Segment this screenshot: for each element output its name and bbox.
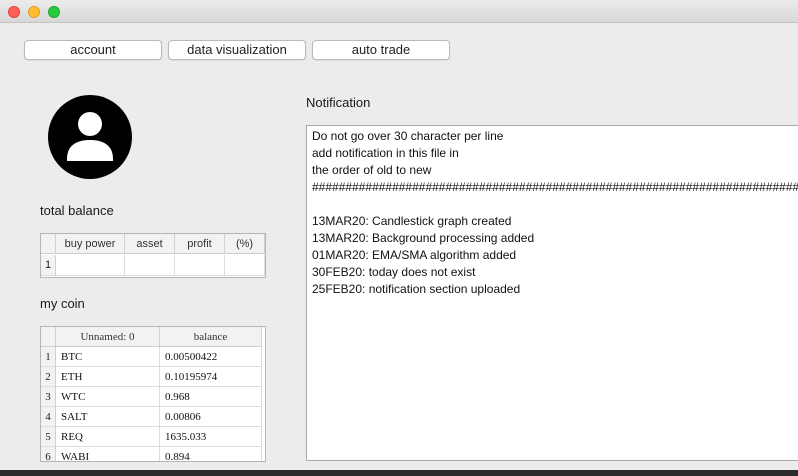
notification-line: 13MAR20: Candlestick graph created bbox=[312, 214, 512, 228]
coin-balance-cell[interactable]: 0.968 bbox=[160, 387, 262, 407]
coin-name-cell[interactable]: WABI bbox=[56, 447, 160, 461]
row-header: 5 bbox=[41, 427, 56, 447]
column-header[interactable]: (%) bbox=[225, 234, 265, 254]
my-coin-label: my coin bbox=[40, 296, 85, 311]
coin-balance-cell[interactable]: 0.894 bbox=[160, 447, 262, 461]
zoom-window-button[interactable] bbox=[48, 6, 60, 18]
table-corner bbox=[41, 234, 56, 254]
coin-balance-cell[interactable]: 0.00806 bbox=[160, 407, 262, 427]
window-titlebar bbox=[0, 0, 798, 23]
notification-text-area[interactable]: Do not go over 30 character per line add… bbox=[306, 125, 798, 461]
notification-line: the order of old to new bbox=[312, 163, 432, 177]
column-header[interactable]: profit bbox=[175, 234, 225, 254]
notification-separator: ########################################… bbox=[312, 180, 798, 194]
row-header: 1 bbox=[41, 347, 56, 367]
coin-name-cell[interactable]: ETH bbox=[56, 367, 160, 387]
notification-line: 30FEB20: today does not exist bbox=[312, 265, 476, 279]
coin-name-cell[interactable]: REQ bbox=[56, 427, 160, 447]
coin-name-cell[interactable]: WTC bbox=[56, 387, 160, 407]
asset-cell[interactable] bbox=[125, 255, 175, 276]
account-button[interactable]: account bbox=[24, 40, 162, 60]
coin-balance-cell[interactable]: 1635.033 bbox=[160, 427, 262, 447]
row-header: 1 bbox=[41, 255, 56, 276]
notification-line: 01MAR20: EMA/SMA algorithm added bbox=[312, 248, 517, 262]
notification-title: Notification bbox=[306, 95, 371, 110]
coin-table[interactable]: Unnamed: 0 balance 1 BTC 0.00500422 2 ET… bbox=[40, 326, 266, 462]
auto-trade-button[interactable]: auto trade bbox=[312, 40, 450, 60]
notification-line: 13MAR20: Background processing added bbox=[312, 231, 535, 245]
column-header[interactable]: asset bbox=[125, 234, 175, 254]
balance-table[interactable]: buy power asset profit (%) 1 bbox=[40, 233, 266, 278]
column-header[interactable]: buy power bbox=[56, 234, 125, 254]
total-balance-label: total balance bbox=[40, 203, 114, 218]
profit-cell[interactable] bbox=[175, 255, 225, 276]
row-header: 6 bbox=[41, 447, 56, 461]
percent-cell[interactable] bbox=[225, 255, 265, 276]
notification-line: add notification in this file in bbox=[312, 146, 459, 160]
window-bottom-edge bbox=[0, 470, 798, 476]
notification-line: Do not go over 30 character per line bbox=[312, 129, 504, 143]
column-header[interactable]: Unnamed: 0 bbox=[56, 327, 160, 347]
coin-balance-cell[interactable]: 0.10195974 bbox=[160, 367, 262, 387]
row-header: 4 bbox=[41, 407, 56, 427]
notification-line: 25FEB20: notification section uploaded bbox=[312, 282, 521, 296]
table-corner bbox=[41, 327, 56, 347]
row-header: 3 bbox=[41, 387, 56, 407]
coin-balance-cell[interactable]: 0.00500422 bbox=[160, 347, 262, 367]
coin-name-cell[interactable]: SALT bbox=[56, 407, 160, 427]
data-visualization-button[interactable]: data visualization bbox=[168, 40, 306, 60]
minimize-window-button[interactable] bbox=[28, 6, 40, 18]
buy-power-cell[interactable] bbox=[56, 255, 125, 276]
user-avatar-icon bbox=[48, 95, 132, 179]
coin-name-cell[interactable]: BTC bbox=[56, 347, 160, 367]
row-header: 2 bbox=[41, 367, 56, 387]
notification-line bbox=[312, 196, 798, 213]
column-header[interactable]: balance bbox=[160, 327, 262, 347]
close-window-button[interactable] bbox=[8, 6, 20, 18]
